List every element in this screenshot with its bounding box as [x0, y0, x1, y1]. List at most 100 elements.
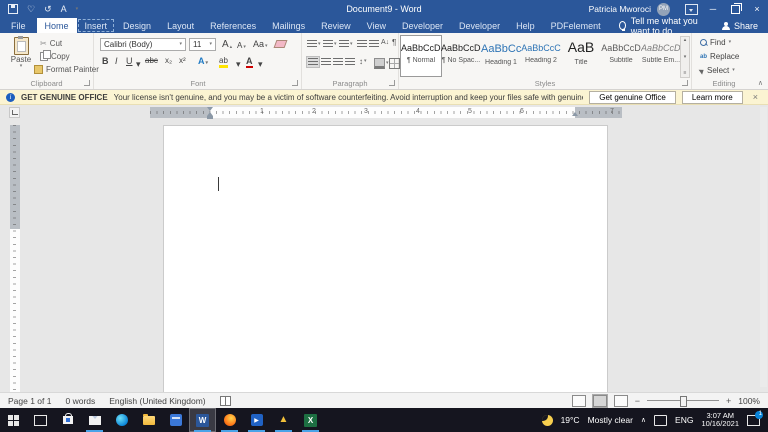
- tab-help[interactable]: Help: [508, 18, 543, 33]
- left-indent-marker[interactable]: [207, 116, 213, 119]
- shading-button[interactable]: ▾: [374, 58, 389, 69]
- superscript-button[interactable]: x²: [179, 56, 186, 65]
- avatar[interactable]: PM: [657, 3, 670, 16]
- tab-review[interactable]: Review: [313, 18, 359, 33]
- right-indent-marker[interactable]: [572, 112, 578, 116]
- gallery-more-icon[interactable]: ≡: [684, 71, 687, 76]
- paste-button[interactable]: Paste ▾: [6, 37, 36, 79]
- bullets-button[interactable]: ▾: [307, 40, 321, 48]
- show-paragraph-marks-button[interactable]: ¶: [392, 38, 396, 47]
- align-right-button[interactable]: [333, 58, 343, 66]
- first-line-indent-marker[interactable]: [207, 107, 213, 111]
- tab-insert[interactable]: Insert: [77, 18, 116, 33]
- input-language-indicator[interactable]: ENG: [675, 415, 693, 425]
- movies-tv-button[interactable]: ▶: [243, 408, 270, 432]
- tell-me-box[interactable]: Tell me what you want to do: [619, 18, 712, 33]
- tab-references[interactable]: References: [202, 18, 264, 33]
- sort-button[interactable]: A↓: [381, 39, 389, 46]
- zoom-slider-thumb[interactable]: [680, 396, 687, 407]
- font-name-combobox[interactable]: Calibri (Body) ▾: [100, 38, 186, 51]
- file-explorer-button[interactable]: [135, 408, 162, 432]
- web-layout-icon[interactable]: [614, 395, 628, 407]
- tab-developer-2[interactable]: Developer: [451, 18, 508, 33]
- paragraph-dialog-launcher-icon[interactable]: [389, 80, 395, 86]
- share-button[interactable]: Share: [712, 18, 768, 33]
- close-button[interactable]: ×: [746, 0, 768, 18]
- page-count[interactable]: Page 1 of 1: [8, 396, 51, 406]
- firefox-button[interactable]: [216, 408, 243, 432]
- multilevel-list-button[interactable]: ▾: [339, 40, 353, 48]
- style-title[interactable]: AaB Title: [561, 36, 601, 76]
- start-button[interactable]: [0, 408, 27, 432]
- style-subtle-emphasis[interactable]: AaBbCcDc Subtle Em...: [641, 36, 681, 76]
- styles-dialog-launcher-icon[interactable]: [682, 80, 688, 86]
- increase-indent-button[interactable]: [369, 40, 379, 48]
- tray-app-icon[interactable]: [654, 415, 667, 426]
- show-hidden-icons-button[interactable]: ∧: [641, 416, 646, 424]
- notification-close-icon[interactable]: ×: [749, 92, 762, 102]
- highlight-dropdown-icon[interactable]: ▾: [236, 60, 241, 69]
- tab-view[interactable]: View: [359, 18, 394, 33]
- read-mode-icon[interactable]: [572, 395, 586, 407]
- line-spacing-button[interactable]: ↕▾: [359, 57, 367, 66]
- zoom-level[interactable]: 100%: [738, 396, 760, 406]
- cut-button[interactable]: ✂ Cut: [40, 37, 62, 49]
- clear-formatting-button[interactable]: [275, 40, 286, 48]
- vertical-ruler[interactable]: [10, 125, 20, 392]
- action-center-icon[interactable]: 1: [747, 415, 760, 426]
- font-dialog-launcher-icon[interactable]: [292, 80, 298, 86]
- grow-font-button[interactable]: A▴: [222, 39, 232, 50]
- language-indicator[interactable]: English (United Kingdom): [109, 396, 205, 406]
- bold-button[interactable]: B: [102, 56, 109, 66]
- tab-home[interactable]: Home: [37, 18, 77, 33]
- learn-more-button[interactable]: Learn more: [682, 91, 743, 104]
- store-button[interactable]: [54, 408, 81, 432]
- mail-button[interactable]: [81, 408, 108, 432]
- weather-temperature[interactable]: 19°C: [561, 415, 580, 425]
- tab-pdfelement[interactable]: PDFelement: [543, 18, 609, 33]
- replace-button[interactable]: ab Replace: [700, 52, 739, 61]
- word-taskbar-button[interactable]: W: [189, 408, 216, 432]
- paste-dropdown-icon[interactable]: ▾: [6, 64, 36, 69]
- numbering-button[interactable]: ▾: [323, 40, 337, 48]
- tab-stop-selector[interactable]: [9, 107, 20, 118]
- find-button[interactable]: Find ▾: [700, 38, 731, 47]
- horizontal-ruler[interactable]: 1 2 3 4 5 6 7: [150, 107, 622, 118]
- justify-button[interactable]: [345, 58, 355, 66]
- style-subtitle[interactable]: AaBbCcD Subtitle: [601, 36, 641, 76]
- font-size-combobox[interactable]: 11 ▾: [189, 38, 216, 51]
- clipboard-dialog-launcher-icon[interactable]: [84, 80, 90, 86]
- collapse-ribbon-icon[interactable]: ∧: [758, 79, 763, 87]
- copy-button[interactable]: Copy: [40, 50, 70, 62]
- yellow-app-button[interactable]: ▲: [270, 408, 297, 432]
- format-painter-button[interactable]: Format Painter: [34, 63, 99, 75]
- shrink-font-button[interactable]: A▾: [237, 41, 246, 50]
- word-count[interactable]: 0 words: [65, 396, 95, 406]
- style-normal[interactable]: AaBbCcDc ¶ Normal: [401, 36, 441, 76]
- zoom-slider[interactable]: [647, 400, 719, 401]
- align-left-button[interactable]: [307, 57, 319, 67]
- style-no-spacing[interactable]: AaBbCcDc ¶ No Spac...: [441, 36, 481, 76]
- weather-moon-icon[interactable]: [542, 415, 553, 426]
- proofing-book-icon[interactable]: [220, 396, 231, 406]
- italic-button[interactable]: I: [115, 56, 118, 66]
- weather-condition[interactable]: Mostly clear: [588, 415, 633, 425]
- blue-app-button[interactable]: [162, 408, 189, 432]
- tab-design[interactable]: Design: [115, 18, 159, 33]
- underline-dropdown-icon[interactable]: ▾: [136, 60, 141, 69]
- font-color-dropdown-icon[interactable]: ▾: [258, 60, 263, 69]
- restore-button[interactable]: [724, 0, 746, 18]
- get-genuine-office-button[interactable]: Get genuine Office: [589, 91, 676, 104]
- document-page[interactable]: [163, 125, 608, 392]
- tab-file[interactable]: File: [0, 18, 37, 33]
- underline-button[interactable]: U: [126, 56, 133, 66]
- gallery-scroll-up-icon[interactable]: ▴: [684, 38, 687, 43]
- style-heading-1[interactable]: AaBbCc Heading 1: [481, 36, 521, 76]
- select-button[interactable]: Select ▾: [700, 66, 735, 75]
- highlight-color-button[interactable]: ab: [219, 56, 228, 68]
- font-color-button[interactable]: A: [246, 56, 253, 68]
- style-heading-2[interactable]: AaBbCcC Heading 2: [521, 36, 561, 76]
- change-case-button[interactable]: Aa▾: [253, 39, 268, 49]
- strikethrough-button[interactable]: abc: [145, 56, 158, 65]
- tab-mailings[interactable]: Mailings: [264, 18, 313, 33]
